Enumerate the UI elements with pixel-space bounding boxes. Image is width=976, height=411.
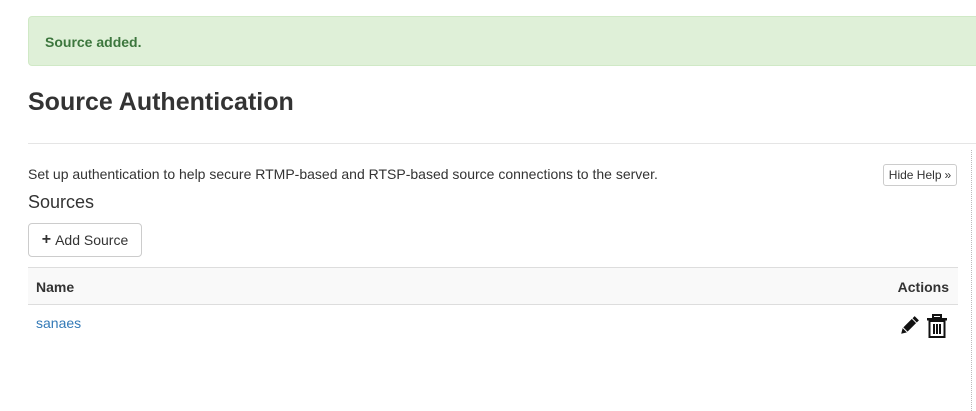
title-divider bbox=[28, 143, 976, 144]
double-chevron-right-icon: » bbox=[944, 168, 952, 182]
page-title: Source Authentication bbox=[28, 88, 294, 116]
panel-edge bbox=[971, 150, 972, 411]
alert-message: Source added. bbox=[45, 34, 142, 50]
help-text: Set up authentication to help secure RTM… bbox=[28, 166, 658, 182]
source-name-link[interactable]: sanaes bbox=[36, 315, 81, 331]
delete-trash-icon[interactable] bbox=[924, 313, 950, 339]
hide-help-button[interactable]: Hide Help » bbox=[883, 164, 957, 186]
edit-pencil-icon[interactable] bbox=[896, 313, 922, 339]
hide-help-label: Hide Help bbox=[888, 168, 942, 182]
success-alert: Source added. bbox=[28, 16, 976, 66]
column-header-actions: Actions bbox=[897, 279, 949, 295]
table-header: Name Actions bbox=[28, 267, 958, 305]
add-source-label: Add Source bbox=[55, 232, 129, 248]
add-source-button[interactable]: + Add Source bbox=[28, 223, 142, 257]
column-header-name: Name bbox=[36, 279, 75, 295]
plus-icon: + bbox=[41, 231, 52, 248]
sources-heading: Sources bbox=[28, 192, 95, 212]
